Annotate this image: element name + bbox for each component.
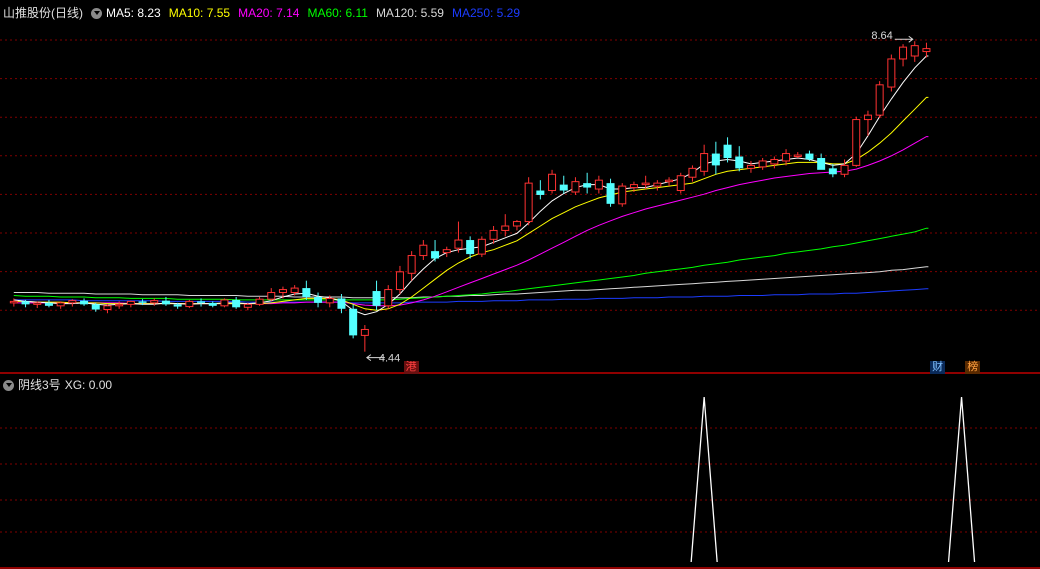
candle-body-up — [770, 158, 779, 165]
candle-body-up — [863, 114, 872, 121]
candle-body-down — [536, 190, 545, 195]
price-chart[interactable]: 8.64 4.44 — [0, 0, 1040, 569]
candle-body-up — [501, 225, 510, 231]
marker-billboard[interactable]: 榜 — [965, 361, 981, 374]
candle-body-down — [161, 300, 170, 305]
candle-body-up — [255, 298, 264, 305]
signal-spike — [947, 396, 976, 563]
candle-body-down — [337, 298, 346, 309]
candle-body-down — [208, 302, 217, 306]
candle-body-up — [56, 302, 65, 307]
candle-body-down — [606, 183, 615, 204]
candle-body-up — [267, 292, 276, 300]
candle-body-down — [44, 302, 53, 306]
candle-body-down — [559, 184, 568, 191]
candle-body-up — [454, 239, 463, 249]
candle-body-up — [618, 185, 627, 205]
candle-body-up — [594, 179, 603, 190]
high-arrow-icon — [894, 35, 914, 43]
candle-body-down — [372, 291, 381, 306]
xg-value: XG: 0.00 — [64, 378, 113, 392]
candle-body-up — [875, 84, 884, 116]
candle-body-up — [676, 175, 685, 192]
candle-body-up — [910, 45, 919, 57]
ma20-line — [13, 136, 929, 307]
ma5-line — [13, 55, 929, 316]
candle-body-up — [419, 244, 428, 257]
candle-body-down — [431, 251, 440, 259]
candle-body-up — [360, 328, 369, 336]
candle-body-up — [103, 305, 112, 311]
ma60-line — [13, 227, 929, 301]
candle-body-up — [852, 119, 861, 166]
candle-body-up — [150, 300, 159, 304]
candle-body-up — [290, 287, 299, 294]
candle-body-up — [325, 297, 334, 304]
candle-body-up — [384, 289, 393, 307]
candle-body-down — [805, 153, 814, 160]
candle-body-up — [9, 300, 18, 304]
candle-body-down — [91, 304, 100, 310]
low-price-label: 4.44 — [379, 353, 400, 365]
candle-body-up — [243, 303, 252, 308]
candle-body-up — [922, 48, 931, 53]
candle-body-up — [665, 179, 674, 183]
candle-body-down — [173, 304, 182, 307]
candle-body-down — [828, 168, 837, 175]
candle-body-down — [21, 301, 30, 305]
candle-body-up — [629, 184, 638, 189]
candle-body-up — [840, 164, 849, 175]
candle-body-up — [688, 167, 697, 178]
ma10-line — [13, 96, 929, 311]
candle-body-down — [711, 153, 720, 166]
candle-body-up — [512, 221, 521, 227]
candle-body-up — [571, 181, 580, 193]
candle-body-down — [138, 301, 147, 303]
indicator-legend: 阴线3号 XG: 0.00 — [0, 376, 112, 394]
candle-body-down — [583, 183, 592, 188]
candle-body-down — [817, 158, 826, 170]
candle-body-up — [548, 173, 557, 192]
candle-body-up — [700, 153, 709, 172]
candle-body-down — [735, 156, 744, 169]
stock-chart-window: 山推股份(日线) MA5: 8.23 MA10: 7.55 MA20: 7.14… — [0, 0, 1040, 569]
candle-body-up — [477, 238, 486, 255]
candle-body-up — [278, 289, 287, 294]
candle-body-down — [349, 308, 358, 336]
candle-body-up — [68, 300, 77, 304]
candle-body-up — [395, 271, 404, 291]
indicator-title: 阴线3号 — [18, 378, 61, 392]
candle-body-down — [466, 240, 475, 255]
candle-body-down — [302, 288, 311, 297]
candle-body-up — [126, 300, 135, 305]
indicator-settings-icon[interactable] — [3, 379, 14, 391]
candle-body-up — [887, 58, 896, 88]
candle-body-up — [185, 300, 194, 308]
candle-body-up — [489, 229, 498, 240]
candle-body-up — [899, 46, 908, 60]
marker-financial[interactable]: 财 — [930, 361, 946, 374]
candle-body-up — [793, 154, 802, 158]
signal-spike — [690, 396, 718, 563]
candle-body-down — [80, 300, 89, 305]
candle-body-down — [232, 299, 241, 308]
candle-body-up — [220, 299, 229, 307]
candle-body-up — [641, 182, 650, 186]
candle-body-down — [197, 301, 206, 303]
marker-hk[interactable]: 港 — [403, 361, 419, 374]
candle-body-up — [746, 164, 755, 169]
high-price-label: 8.64 — [871, 30, 892, 42]
candle-body-up — [33, 302, 42, 305]
candle-body-up — [653, 182, 662, 187]
candle-body-up — [115, 303, 124, 307]
candle-body-up — [442, 249, 451, 254]
candle-body-up — [782, 153, 791, 162]
candle-body-up — [524, 182, 533, 223]
candle-body-down — [723, 144, 732, 158]
candle-body-up — [758, 160, 767, 168]
candle-body-up — [407, 255, 416, 274]
candle-body-down — [314, 296, 323, 303]
